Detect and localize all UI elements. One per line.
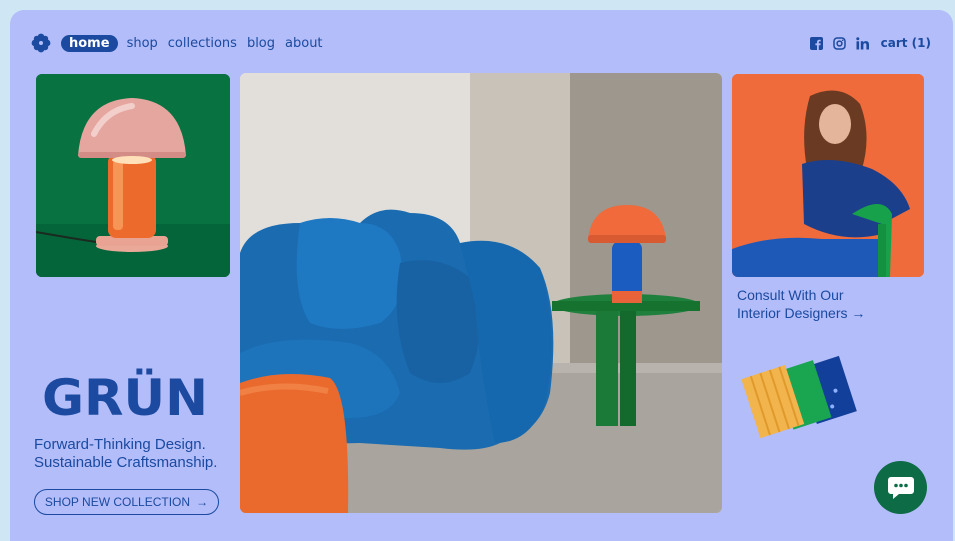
arrow-right-icon: → [196,495,209,509]
consult-designers-link[interactable]: Consult With Our Interior Designers → [737,286,917,322]
chat-button[interactable] [874,461,927,514]
nav-links: home shop collections blog about [61,34,328,52]
flower-logo-icon[interactable] [31,33,51,53]
nav-blog-link[interactable]: blog [242,35,280,52]
top-nav: home shop collections blog about cart (1… [31,32,931,54]
tagline-line-2: Sustainable Craftsmanship. [34,454,218,471]
brand-tagline: Forward-Thinking Design. Sustainable Cra… [34,436,244,472]
facebook-icon[interactable] [809,36,823,50]
brand-logo-text: GRÜN [42,368,208,422]
tagline-line-1: Forward-Thinking Design. [34,436,206,453]
linkedin-icon[interactable] [855,36,869,50]
nav-home-link[interactable]: home [61,34,118,52]
woman-on-chair-illustration [732,74,924,277]
hero-living-room-image[interactable] [240,73,722,513]
material-swatches-image [741,355,857,439]
nav-shop-link[interactable]: shop [122,35,163,52]
nav-collections-link[interactable]: collections [163,35,242,52]
consult-line-2-text: Interior Designers [737,305,848,321]
arrow-right-icon: → [851,305,866,321]
mushroom-lamp-illustration [36,74,230,277]
consult-line-1: Consult With Our [737,287,844,303]
lamp-product-image[interactable] [36,74,230,277]
nav-about-link[interactable]: about [280,35,328,52]
shop-new-collection-button[interactable]: SHOP NEW COLLECTION → [34,489,219,515]
instagram-icon[interactable] [832,36,846,50]
designer-portrait-image[interactable] [732,74,924,277]
cart-link[interactable]: cart (1) [881,36,931,50]
sofa-scene-illustration [240,73,722,513]
shop-button-label: SHOP NEW COLLECTION [44,495,191,509]
chat-bubble-icon [887,476,914,499]
page: home shop collections blog about cart (1… [10,10,953,541]
consult-line-2: Interior Designers → [737,304,917,322]
nav-right: cart (1) [809,36,931,50]
brand-logo: GRÜN [42,368,208,422]
